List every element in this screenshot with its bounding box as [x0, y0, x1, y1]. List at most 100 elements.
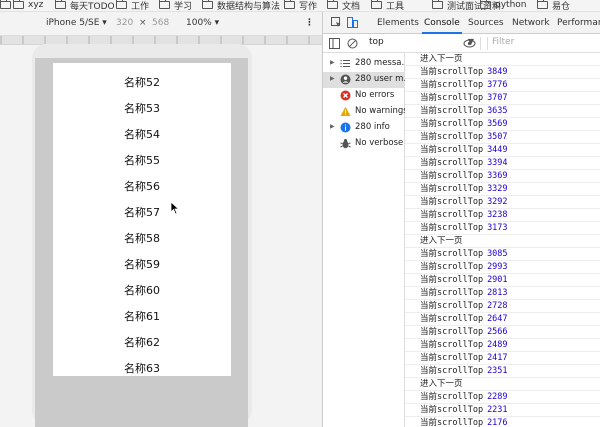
zoom-select[interactable]: 100% ▾ [186, 18, 219, 28]
console-sidebar-item[interactable]: No verbose [323, 136, 405, 152]
console-message: 当前scrollTop 3507 [405, 131, 600, 144]
bookmark-label: xyz [28, 0, 44, 10]
bookmark-folder[interactable]: 易仓 [537, 0, 570, 11]
console-message-text: 当前scrollTop [420, 106, 484, 116]
console-message-text: 进入下一页 [420, 236, 463, 246]
console-message: 当前scrollTop 2231 [405, 404, 600, 417]
sidebar-item-label: No warnings [355, 106, 405, 116]
console-message-value: 2813 [487, 288, 508, 298]
console-message: 当前scrollTop 2417 [405, 352, 600, 365]
console-message-text: 当前scrollTop [420, 392, 484, 402]
console-sidebar-item[interactable]: No warnings [323, 104, 405, 120]
bookmark-label: 每天TODO [70, 1, 115, 12]
console-message: 当前scrollTop 3173 [405, 222, 600, 235]
tab-console[interactable]: Console [422, 12, 462, 34]
console-message-text: 当前scrollTop [420, 119, 484, 129]
console-sidebar: ▶ 280 messa... ▶ 280 user m... No errors No w… [323, 53, 405, 427]
tab-network[interactable]: Network [510, 12, 552, 34]
console-message-value: 2489 [487, 340, 508, 350]
console-message: 当前scrollTop 2566 [405, 326, 600, 339]
console-message: 当前scrollTop 2289 [405, 391, 600, 404]
list-item: 名称59 [124, 258, 160, 271]
bookmark-folder[interactable]: 文档 [327, 0, 360, 11]
folder-icon [0, 0, 11, 9]
console-message-text: 当前scrollTop [420, 275, 484, 285]
scroll-list[interactable]: 名称52 名称53 名称54 名称55 名称56 名称57 名称58 名称59 名称60 名称61… [53, 63, 231, 376]
bookmark-folder[interactable]: 写作 [284, 0, 317, 11]
console-message-text: 当前scrollTop [420, 80, 484, 90]
bookmark-folder[interactable]: 每天TODO [55, 0, 115, 11]
devtools-panel: ElementsConsoleSourcesNetworkPerformance… [322, 12, 600, 427]
bookmark-folder[interactable]: 数据结构与算法 [202, 0, 280, 11]
bookmark-folder[interactable]: 工具 [371, 0, 404, 11]
bookmark-folder[interactable]: python [480, 0, 526, 11]
console-message: 当前scrollTop 3085 [405, 248, 600, 261]
bookmark-folder[interactable]: 学习 [159, 0, 192, 11]
bug-icon [340, 138, 351, 149]
device-toggle-icon[interactable] [347, 17, 358, 28]
bookmark-folder[interactable]: 工作 [116, 0, 149, 11]
console-message-value: 2566 [487, 327, 508, 337]
console-message-value: 2231 [487, 405, 508, 415]
folder-icon [55, 0, 66, 9]
bookmark-label: 数据结构与算法 [217, 1, 281, 12]
console-message-text: 当前scrollTop [420, 223, 484, 233]
console-message: 当前scrollTop 3776 [405, 79, 600, 92]
bookmark-label: 易仓 [552, 1, 571, 12]
more-options-icon[interactable]: ⋮ [305, 18, 314, 28]
height-input[interactable]: 568 [152, 18, 170, 28]
console-message-value: 2901 [487, 275, 508, 285]
clear-console-icon[interactable] [347, 38, 358, 49]
console-sidebar-item[interactable]: ▶ 280 messa... [323, 56, 405, 72]
expand-arrow-icon[interactable]: ▶ [330, 75, 335, 82]
width-input[interactable]: 320 [116, 18, 134, 28]
info-icon [340, 122, 351, 133]
console-message-value: 3292 [487, 197, 508, 207]
console-message: 进入下一页 [405, 235, 600, 248]
console-message-text: 当前scrollTop [420, 340, 484, 350]
sidebar-toggle-icon[interactable] [329, 38, 340, 49]
eye-icon[interactable] [463, 38, 476, 49]
console-message: 当前scrollTop 3707 [405, 92, 600, 105]
console-message-text: 当前scrollTop [420, 405, 484, 415]
console-message: 当前scrollTop 3849 [405, 66, 600, 79]
console-message: 当前scrollTop 3449 [405, 144, 600, 157]
inspect-element-icon[interactable] [331, 17, 342, 28]
console-sidebar-item[interactable]: ▶ 280 user m... [323, 72, 405, 88]
device-screen[interactable]: 名称52 名称53 名称54 名称55 名称56 名称57 名称58 名称59 名称60 名称61… [35, 58, 248, 427]
warning-icon [340, 106, 351, 117]
list-item: 名称54 [124, 128, 160, 141]
error-icon [340, 90, 351, 101]
tab-sources[interactable]: Sources [466, 12, 506, 34]
expand-arrow-icon[interactable]: ▶ [330, 123, 335, 130]
console-message-value: 3329 [487, 184, 508, 194]
console-message: 当前scrollTop 2901 [405, 274, 600, 287]
console-message-value: 3085 [487, 249, 508, 259]
tab-performance[interactable]: Performance [555, 12, 600, 34]
console-message-text: 当前scrollTop [420, 301, 484, 311]
mouse-cursor-icon [170, 201, 180, 215]
list-item: 名称60 [124, 284, 160, 297]
console-message-value: 2647 [487, 314, 508, 324]
list-item: 名称53 [124, 102, 160, 115]
bookmark-label: 写作 [299, 1, 318, 12]
console-message-value: 3369 [487, 171, 508, 181]
console-sidebar-item[interactable]: ▶ 280 info [323, 120, 405, 136]
console-message-text: 当前scrollTop [420, 249, 484, 259]
bookmarks-bar: xyz 每天TODO 工作 学习 数据结构与算法 写作 文档 工具 测试面试资料 python 易仓 [0, 0, 600, 12]
expand-arrow-icon[interactable]: ▶ [330, 59, 335, 66]
filter-input[interactable]: Filter [487, 37, 599, 50]
console-message: 当前scrollTop 2489 [405, 339, 600, 352]
console-message-text: 当前scrollTop [420, 288, 484, 298]
device-select[interactable]: iPhone 5/SE ▾ [46, 18, 107, 28]
list-item: 名称56 [124, 180, 160, 193]
bookmark-folder[interactable]: xyz [13, 0, 43, 11]
console-sidebar-item[interactable]: No errors [323, 88, 405, 104]
device-toolbar: iPhone 5/SE ▾ 320 × 568 100% ▾ ⋮ [0, 12, 322, 36]
console-message-value: 3776 [487, 80, 508, 90]
console-message: 当前scrollTop 2351 [405, 365, 600, 378]
tab-elements[interactable]: Elements [375, 12, 421, 34]
console-message: 当前scrollTop 3238 [405, 209, 600, 222]
bookmark-label: 文档 [342, 1, 361, 12]
list-item: 名称63 [124, 362, 160, 375]
